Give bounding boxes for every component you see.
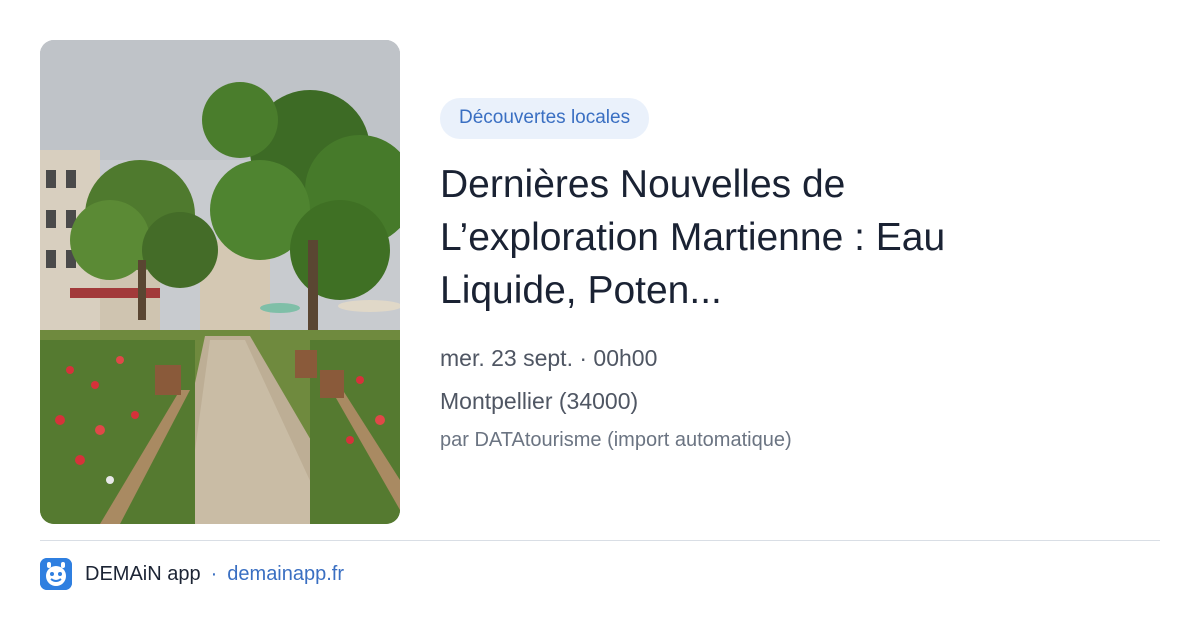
garden-photo-illustration — [40, 40, 400, 524]
event-date-time: mer. 23 sept. · 00h00 — [440, 345, 658, 371]
footer-separator: · — [210, 562, 218, 585]
demain-app-icon — [40, 558, 72, 590]
app-url-link[interactable]: demainapp.fr — [227, 563, 344, 586]
category-tag[interactable]: Découvertes locales — [440, 98, 650, 139]
event-details: Découvertes locales Dernières Nouvelles … — [440, 98, 1160, 453]
app-name: DEMAiN app — [85, 562, 201, 585]
footer-divider — [40, 540, 1160, 541]
event-location: Montpellier (34000) — [440, 388, 639, 414]
event-title-line-3: Liquide, Poten... — [440, 269, 722, 312]
footer: DEMAiN app · demainapp.fr — [40, 558, 344, 590]
event-title-line-1: Dernières Nouvelles de — [440, 163, 846, 206]
event-title-line-2: L’exploration Martienne : Eau — [440, 216, 946, 259]
event-source: par DATAtourisme (import automatique) — [440, 429, 792, 451]
event-title[interactable]: Dernières Nouvelles de L’exploration Mar… — [440, 158, 1080, 317]
event-photo[interactable] — [40, 40, 400, 524]
